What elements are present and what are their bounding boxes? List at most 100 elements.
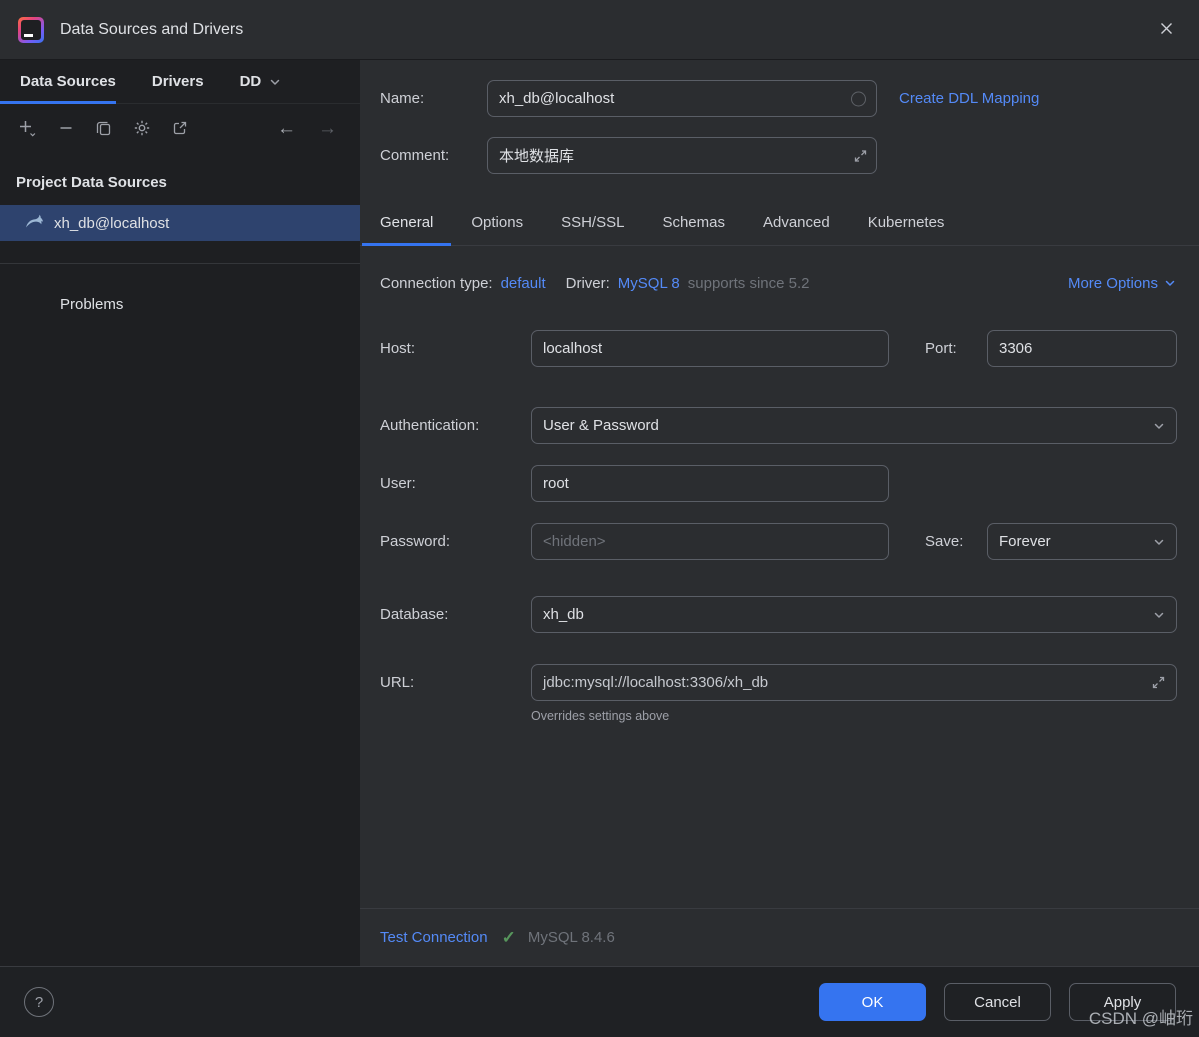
save-value: Forever bbox=[999, 533, 1051, 550]
add-icon[interactable] bbox=[17, 118, 37, 138]
titlebar: Data Sources and Drivers bbox=[0, 0, 1199, 60]
tab-ddl[interactable]: DD bbox=[240, 60, 283, 103]
tab-ssh-ssl[interactable]: SSH/SSL bbox=[543, 200, 642, 245]
connection-info-row: Connection type: default Driver: MySQL 8… bbox=[380, 272, 1177, 294]
user-row: User: bbox=[380, 465, 1177, 502]
sidebar-tabs: Data Sources Drivers DD bbox=[0, 60, 360, 104]
host-label: Host: bbox=[380, 340, 416, 357]
name-label: Name: bbox=[380, 90, 425, 107]
url-row: URL: jdbc:mysql://localhost:3306/xh_db bbox=[380, 664, 1177, 701]
port-input[interactable] bbox=[987, 330, 1177, 367]
save-label: Save: bbox=[925, 533, 964, 550]
page-title: Data Sources and Drivers bbox=[60, 20, 244, 38]
save-select[interactable]: Forever bbox=[987, 523, 1177, 560]
tab-schemas[interactable]: Schemas bbox=[644, 200, 743, 245]
forward-arrow-icon[interactable]: → bbox=[318, 119, 337, 138]
test-connection-link[interactable]: Test Connection bbox=[380, 929, 488, 946]
tab-advanced[interactable]: Advanced bbox=[745, 200, 848, 245]
remove-icon[interactable] bbox=[57, 119, 75, 137]
port-label: Port: bbox=[925, 340, 957, 357]
host-input[interactable] bbox=[531, 330, 889, 367]
expand-icon[interactable] bbox=[853, 148, 868, 163]
password-row: Password: Save: Forever bbox=[380, 523, 1177, 560]
tab-kubernetes[interactable]: Kubernetes bbox=[850, 200, 963, 245]
dialog-footer: ? OK Cancel Apply bbox=[0, 966, 1199, 1037]
history-nav: ← → bbox=[277, 119, 337, 138]
main-panel: Name: Create DDL Mapping Comment: bbox=[360, 60, 1199, 966]
app-icon-glyph bbox=[21, 19, 41, 40]
authentication-value: User & Password bbox=[543, 417, 659, 434]
comment-input[interactable] bbox=[487, 137, 877, 174]
database-value: xh_db bbox=[543, 606, 584, 623]
sidebar-divider bbox=[0, 263, 360, 264]
footer-buttons: OK Cancel Apply bbox=[819, 983, 1176, 1021]
tab-data-sources-label: Data Sources bbox=[20, 73, 116, 90]
chevron-down-icon bbox=[1152, 419, 1166, 433]
authentication-select[interactable]: User & Password bbox=[531, 407, 1177, 444]
host-row: Host: Port: bbox=[380, 330, 1177, 367]
sidebar-toolbar: ← → bbox=[0, 106, 360, 150]
more-options-link[interactable]: More Options bbox=[1068, 275, 1177, 292]
authentication-label: Authentication: bbox=[380, 417, 480, 434]
settings-tabs: General Options SSH/SSL Schemas Advanced… bbox=[360, 200, 1199, 246]
authentication-row: Authentication: User & Password bbox=[380, 407, 1177, 444]
expand-icon[interactable] bbox=[1151, 675, 1166, 690]
user-label: User: bbox=[380, 475, 416, 492]
password-input[interactable] bbox=[531, 523, 889, 560]
status-circle-icon bbox=[851, 91, 866, 106]
database-row: Database: xh_db bbox=[380, 596, 1177, 633]
chevron-down-icon bbox=[1152, 608, 1166, 622]
dialog-body: Data Sources Drivers DD ← → Project Data… bbox=[0, 60, 1199, 966]
driver-version: MySQL 8.4.6 bbox=[527, 929, 615, 946]
sidebar: Data Sources Drivers DD ← → Project Data… bbox=[0, 60, 360, 966]
name-input[interactable] bbox=[487, 80, 877, 117]
tab-general[interactable]: General bbox=[362, 200, 452, 246]
app-icon bbox=[18, 16, 44, 43]
duplicate-icon[interactable] bbox=[95, 119, 113, 137]
section-title-project-data-sources: Project Data Sources bbox=[16, 174, 167, 191]
help-icon[interactable]: ? bbox=[24, 987, 54, 1017]
create-ddl-mapping-link[interactable]: Create DDL Mapping bbox=[899, 90, 1039, 107]
general-tab-content: Connection type: default Driver: MySQL 8… bbox=[360, 246, 1199, 908]
chevron-down-icon bbox=[268, 75, 282, 89]
datasource-label: xh_db@localhost bbox=[54, 214, 170, 232]
close-button[interactable] bbox=[1154, 16, 1179, 44]
close-icon bbox=[1158, 20, 1175, 40]
connection-type-label: Connection type: bbox=[380, 274, 493, 292]
url-label: URL: bbox=[380, 674, 415, 691]
url-hint: Overrides settings above bbox=[531, 709, 670, 723]
database-select[interactable]: xh_db bbox=[531, 596, 1177, 633]
url-input[interactable]: jdbc:mysql://localhost:3306/xh_db bbox=[531, 664, 1177, 701]
sidebar-item-problems[interactable]: Problems bbox=[0, 296, 360, 313]
tab-data-sources[interactable]: Data Sources bbox=[0, 60, 116, 104]
password-label: Password: bbox=[380, 533, 451, 550]
success-check-icon: ✓ bbox=[501, 927, 516, 947]
connection-type-link[interactable]: default bbox=[501, 275, 546, 292]
apply-button[interactable]: Apply bbox=[1069, 983, 1176, 1021]
chevron-down-icon bbox=[1152, 535, 1166, 549]
mysql-icon bbox=[24, 213, 44, 233]
chevron-down-icon bbox=[1163, 276, 1177, 290]
tab-drivers-label: Drivers bbox=[151, 73, 204, 90]
comment-field bbox=[487, 137, 877, 174]
tab-drivers[interactable]: Drivers bbox=[152, 60, 204, 103]
tab-ddl-label: DD bbox=[239, 73, 262, 90]
more-options-label: More Options bbox=[1067, 274, 1158, 292]
driver-link[interactable]: MySQL 8 bbox=[618, 275, 680, 292]
test-connection-row: Test Connection ✓ MySQL 8.4.6 bbox=[360, 908, 1199, 966]
settings-gear-icon[interactable] bbox=[133, 119, 151, 137]
database-label: Database: bbox=[380, 606, 449, 623]
datasource-tree-item[interactable]: xh_db@localhost bbox=[0, 205, 360, 241]
back-arrow-icon[interactable]: ← bbox=[277, 119, 296, 138]
cancel-button[interactable]: Cancel bbox=[944, 983, 1051, 1021]
open-in-window-icon[interactable] bbox=[171, 119, 189, 137]
data-sources-dialog: Data Sources and Drivers Data Sources Dr… bbox=[0, 0, 1199, 1037]
user-input[interactable] bbox=[531, 465, 889, 502]
datasource-header: Name: Create DDL Mapping Comment: bbox=[360, 60, 1199, 174]
ok-button[interactable]: OK bbox=[819, 983, 926, 1021]
driver-note: supports since 5.2 bbox=[687, 274, 810, 292]
name-field bbox=[487, 80, 877, 117]
comment-label: Comment: bbox=[380, 147, 450, 164]
driver-label: Driver: bbox=[565, 274, 610, 292]
tab-options[interactable]: Options bbox=[453, 200, 541, 245]
